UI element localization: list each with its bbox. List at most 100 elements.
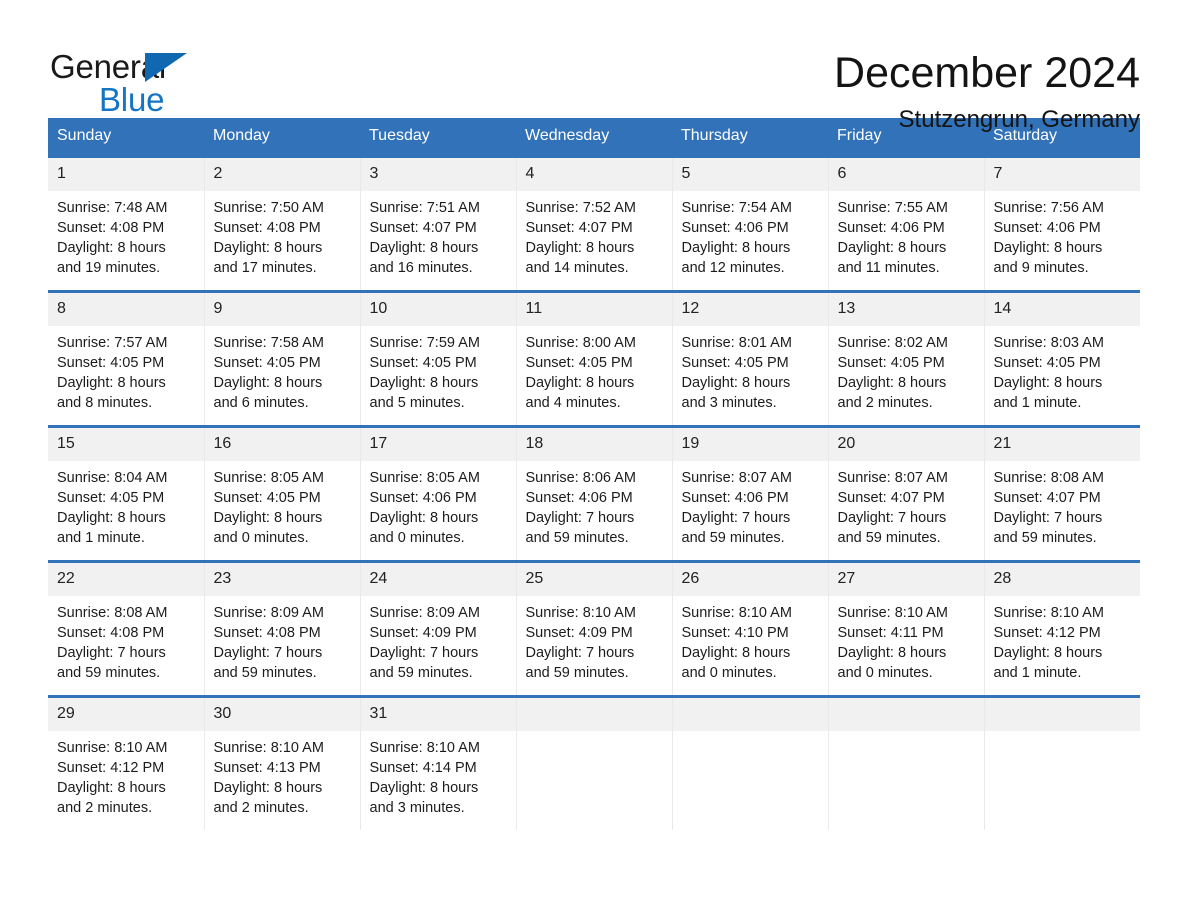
day-number: 9 <box>204 294 359 326</box>
sunrise-text: Sunrise: 7:50 AM <box>213 200 324 216</box>
day-number: 21 <box>984 429 1140 461</box>
logo-text-blue: Blue <box>99 81 165 118</box>
day-cell[interactable]: 5 Sunrise: 7:54 AM Sunset: 4:06 PM Dayli… <box>672 155 829 292</box>
day-number: 27 <box>828 564 983 596</box>
day-cell[interactable]: 17 Sunrise: 8:05 AM Sunset: 4:06 PM Dayl… <box>360 425 517 562</box>
daylight-text-line1: Daylight: 8 hours <box>681 240 791 256</box>
day-cell[interactable]: 13 Sunrise: 8:02 AM Sunset: 4:05 PM Dayl… <box>828 290 985 427</box>
day-cell[interactable]: 19 Sunrise: 8:07 AM Sunset: 4:06 PM Dayl… <box>672 425 829 562</box>
sunrise-text: Sunrise: 8:01 AM <box>681 335 792 351</box>
daylight-text-line2: and 6 minutes. <box>213 395 309 411</box>
day-cell[interactable]: 30 Sunrise: 8:10 AM Sunset: 4:13 PM Dayl… <box>204 695 361 830</box>
day-info: Sunrise: 7:50 AM Sunset: 4:08 PM Dayligh… <box>205 191 360 278</box>
day-cell[interactable]: 3 Sunrise: 7:51 AM Sunset: 4:07 PM Dayli… <box>360 155 517 292</box>
sunrise-text: Sunrise: 8:10 AM <box>525 605 636 621</box>
day-cell[interactable]: 27 Sunrise: 8:10 AM Sunset: 4:11 PM Dayl… <box>828 560 985 697</box>
sunset-text: Sunset: 4:10 PM <box>681 625 789 641</box>
day-number: 30 <box>204 699 359 731</box>
day-cell[interactable]: 15 Sunrise: 8:04 AM Sunset: 4:05 PM Dayl… <box>48 425 205 562</box>
day-number: 22 <box>48 564 203 596</box>
day-info: Sunrise: 8:10 AM Sunset: 4:12 PM Dayligh… <box>48 731 203 818</box>
sunset-text: Sunset: 4:13 PM <box>213 760 321 776</box>
day-cell[interactable]: 8 Sunrise: 7:57 AM Sunset: 4:05 PM Dayli… <box>48 290 205 427</box>
day-number: 4 <box>516 159 671 191</box>
day-cell[interactable]: 6 Sunrise: 7:55 AM Sunset: 4:06 PM Dayli… <box>828 155 985 292</box>
daylight-text-line2: and 17 minutes. <box>213 260 317 276</box>
daylight-text-line1: Daylight: 8 hours <box>681 375 791 391</box>
daylight-text-line2: and 59 minutes. <box>837 530 941 546</box>
day-number <box>672 699 827 731</box>
day-cell[interactable]: 16 Sunrise: 8:05 AM Sunset: 4:05 PM Dayl… <box>204 425 361 562</box>
day-number: 14 <box>984 294 1140 326</box>
day-info: Sunrise: 8:08 AM Sunset: 4:08 PM Dayligh… <box>48 596 203 683</box>
sunrise-text: Sunrise: 7:56 AM <box>993 200 1104 216</box>
triangle-flag-icon <box>145 53 187 82</box>
day-number <box>516 699 671 731</box>
day-cell[interactable]: 12 Sunrise: 8:01 AM Sunset: 4:05 PM Dayl… <box>672 290 829 427</box>
day-info: Sunrise: 8:03 AM Sunset: 4:05 PM Dayligh… <box>985 326 1141 413</box>
day-cell[interactable]: 11 Sunrise: 8:00 AM Sunset: 4:05 PM Dayl… <box>516 290 673 427</box>
day-info: Sunrise: 8:10 AM Sunset: 4:13 PM Dayligh… <box>205 731 360 818</box>
day-cell[interactable]: 7 Sunrise: 7:56 AM Sunset: 4:06 PM Dayli… <box>984 155 1140 292</box>
day-cell[interactable]: 2 Sunrise: 7:50 AM Sunset: 4:08 PM Dayli… <box>204 155 361 292</box>
daylight-text-line2: and 16 minutes. <box>369 260 473 276</box>
daylight-text-line1: Daylight: 8 hours <box>525 240 635 256</box>
day-number: 3 <box>360 159 515 191</box>
day-number: 11 <box>516 294 671 326</box>
day-cell[interactable]: 21 Sunrise: 8:08 AM Sunset: 4:07 PM Dayl… <box>984 425 1141 562</box>
daylight-text-line2: and 59 minutes. <box>57 665 161 681</box>
day-cell[interactable]: 22 Sunrise: 8:08 AM Sunset: 4:08 PM Dayl… <box>48 560 205 697</box>
daylight-text-line1: Daylight: 7 hours <box>681 510 791 526</box>
day-cell[interactable]: 24 Sunrise: 8:09 AM Sunset: 4:09 PM Dayl… <box>360 560 517 697</box>
sunset-text: Sunset: 4:06 PM <box>369 490 477 506</box>
daylight-text-line2: and 59 minutes. <box>681 530 785 546</box>
day-cell[interactable]: 28 Sunrise: 8:10 AM Sunset: 4:12 PM Dayl… <box>984 560 1140 697</box>
day-cell[interactable]: 29 Sunrise: 8:10 AM Sunset: 4:12 PM Dayl… <box>48 695 205 830</box>
daylight-text-line1: Daylight: 8 hours <box>213 375 323 391</box>
daylight-text-line1: Daylight: 8 hours <box>993 375 1103 391</box>
daylight-text-line1: Daylight: 8 hours <box>57 375 166 391</box>
sunset-text: Sunset: 4:07 PM <box>525 220 633 236</box>
day-number: 5 <box>672 159 827 191</box>
day-info: Sunrise: 7:57 AM Sunset: 4:05 PM Dayligh… <box>48 326 203 413</box>
sunrise-text: Sunrise: 7:48 AM <box>57 200 168 216</box>
sunrise-text: Sunrise: 8:05 AM <box>369 470 480 486</box>
day-cell[interactable]: 9 Sunrise: 7:58 AM Sunset: 4:05 PM Dayli… <box>204 290 361 427</box>
daylight-text-line1: Daylight: 8 hours <box>213 510 323 526</box>
sunrise-text: Sunrise: 8:10 AM <box>993 605 1104 621</box>
day-cell[interactable]: 31 Sunrise: 8:10 AM Sunset: 4:14 PM Dayl… <box>360 695 517 830</box>
generalblue-logo[interactable]: General Blue <box>48 46 198 118</box>
sunset-text: Sunset: 4:12 PM <box>57 760 165 776</box>
daylight-text-line2: and 59 minutes. <box>993 530 1097 546</box>
day-number: 8 <box>48 294 203 326</box>
page-header: General Blue December 2024 Stutzengrun, … <box>48 0 1140 133</box>
day-cell[interactable]: 4 Sunrise: 7:52 AM Sunset: 4:07 PM Dayli… <box>516 155 673 292</box>
daylight-text-line2: and 3 minutes. <box>369 800 465 816</box>
daylight-text-line1: Daylight: 8 hours <box>57 780 166 796</box>
sunset-text: Sunset: 4:11 PM <box>837 625 944 641</box>
day-info: Sunrise: 8:09 AM Sunset: 4:09 PM Dayligh… <box>361 596 516 683</box>
day-cell[interactable]: 18 Sunrise: 8:06 AM Sunset: 4:06 PM Dayl… <box>516 425 673 562</box>
day-number: 16 <box>204 429 359 461</box>
day-number: 15 <box>48 429 203 461</box>
daylight-text-line2: and 11 minutes. <box>837 260 940 276</box>
day-info: Sunrise: 8:04 AM Sunset: 4:05 PM Dayligh… <box>48 461 203 548</box>
week-row: 1 Sunrise: 7:48 AM Sunset: 4:08 PM Dayli… <box>48 155 1140 292</box>
day-info: Sunrise: 8:08 AM Sunset: 4:07 PM Dayligh… <box>985 461 1141 548</box>
day-cell[interactable]: 14 Sunrise: 8:03 AM Sunset: 4:05 PM Dayl… <box>984 290 1141 427</box>
day-cell[interactable]: 1 Sunrise: 7:48 AM Sunset: 4:08 PM Dayli… <box>48 155 205 292</box>
daylight-text-line1: Daylight: 8 hours <box>993 240 1103 256</box>
day-cell[interactable]: 23 Sunrise: 8:09 AM Sunset: 4:08 PM Dayl… <box>204 560 361 697</box>
day-cell[interactable]: 10 Sunrise: 7:59 AM Sunset: 4:05 PM Dayl… <box>360 290 517 427</box>
day-cell-empty <box>828 695 985 830</box>
sunset-text: Sunset: 4:05 PM <box>369 355 477 371</box>
day-cell[interactable]: 25 Sunrise: 8:10 AM Sunset: 4:09 PM Dayl… <box>516 560 673 697</box>
daylight-text-line2: and 19 minutes. <box>57 260 161 276</box>
daylight-text-line1: Daylight: 8 hours <box>525 375 635 391</box>
day-number: 23 <box>204 564 359 596</box>
day-number: 28 <box>984 564 1140 596</box>
day-cell[interactable]: 20 Sunrise: 8:07 AM Sunset: 4:07 PM Dayl… <box>828 425 985 562</box>
daylight-text-line2: and 2 minutes. <box>837 395 933 411</box>
day-cell[interactable]: 26 Sunrise: 8:10 AM Sunset: 4:10 PM Dayl… <box>672 560 829 697</box>
day-info: Sunrise: 8:05 AM Sunset: 4:06 PM Dayligh… <box>361 461 516 548</box>
